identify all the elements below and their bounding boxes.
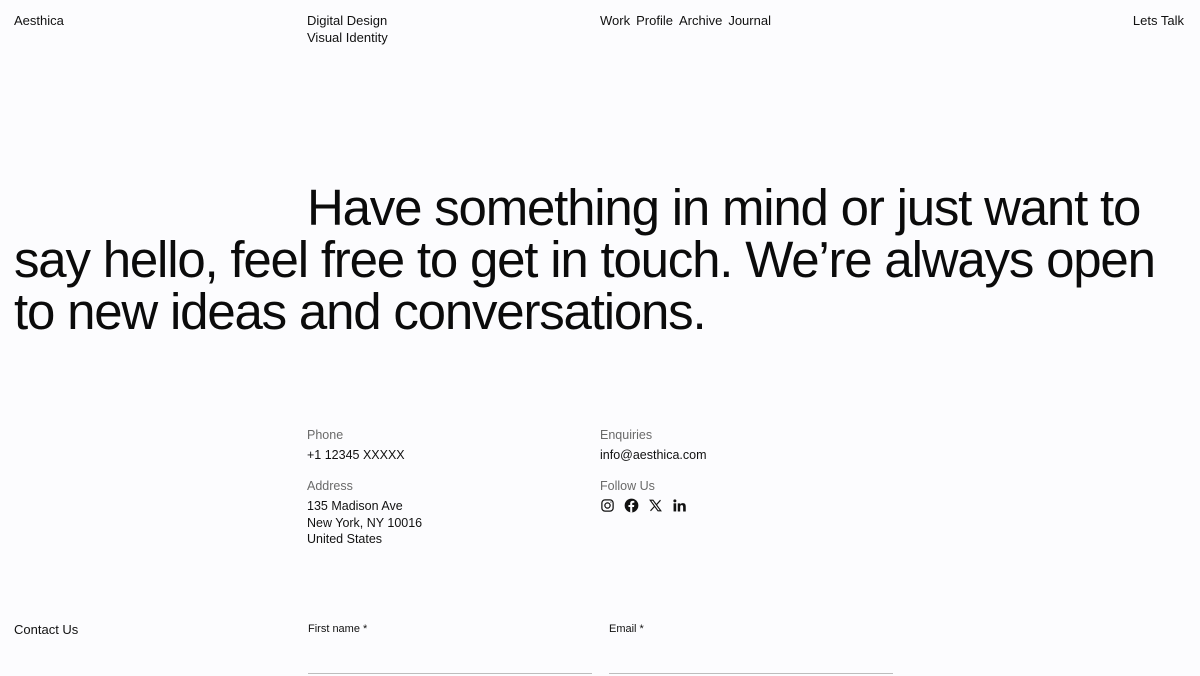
x-icon[interactable] (648, 498, 663, 513)
email-label: Email * (609, 623, 644, 635)
follow-us-label: Follow Us (600, 479, 655, 493)
first-name-field[interactable] (308, 653, 592, 674)
enquiries-label: Enquiries (600, 428, 653, 442)
phone-label: Phone (307, 428, 344, 442)
brand-logo[interactable]: Aesthica (14, 13, 64, 28)
email-field[interactable] (609, 653, 893, 674)
nav-item-archive[interactable]: Archive (679, 13, 722, 28)
email-link[interactable]: info@aesthica.com (600, 447, 707, 464)
address-label: Address (307, 479, 353, 493)
address-line: New York, NY 10016 (307, 515, 423, 530)
linkedin-icon[interactable] (672, 498, 687, 513)
tagline: Digital Design Visual Identity (307, 13, 388, 46)
phone-value[interactable]: +1 12345 XXXXX (307, 447, 405, 464)
lets-talk-link[interactable]: Lets Talk (1133, 13, 1184, 28)
address-line: United States (307, 532, 383, 546)
address-line: 135 Madison Ave (307, 499, 403, 513)
instagram-icon[interactable] (600, 498, 615, 513)
main-nav: Work Profile Archive Journal (600, 13, 771, 28)
tagline-line: Digital Design (307, 13, 388, 28)
contact-page: Aesthica Digital Design Visual Identity … (0, 0, 1200, 676)
nav-item-work[interactable]: Work (600, 13, 630, 28)
contact-us-heading: Contact Us (14, 622, 79, 637)
facebook-icon[interactable] (624, 498, 639, 513)
hero-heading: Have something in mind or just want to s… (14, 179, 1156, 340)
nav-item-profile[interactable]: Profile (636, 13, 673, 28)
nav-item-journal[interactable]: Journal (728, 13, 771, 28)
address-value: 135 Madison Ave New York, NY 10016 Unite… (307, 498, 422, 548)
social-links (600, 498, 687, 513)
tagline-line: Visual Identity (307, 29, 388, 45)
first-name-label: First name * (308, 623, 368, 635)
